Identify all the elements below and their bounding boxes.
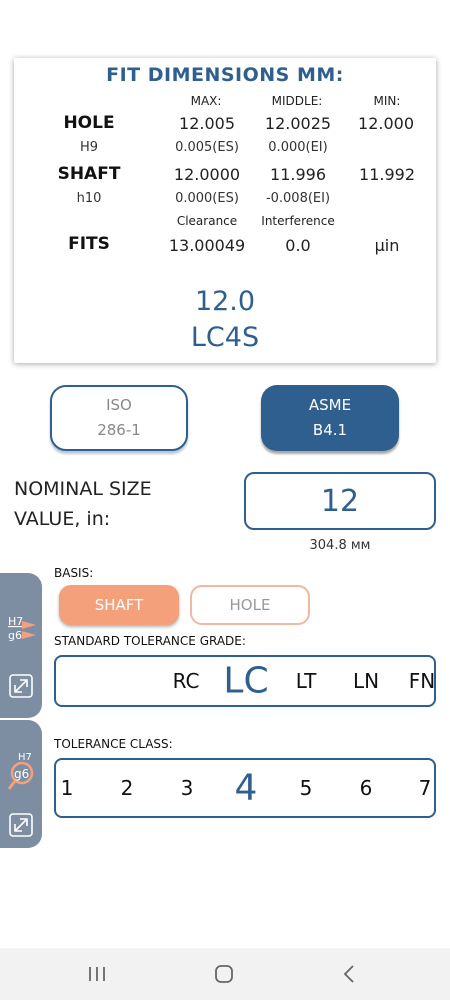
- grade-option-rc[interactable]: RC: [173, 669, 200, 693]
- expand-icon[interactable]: [8, 673, 34, 699]
- class-option-1[interactable]: 1: [61, 776, 74, 800]
- fits-unit: µin: [374, 236, 400, 255]
- tolerance-class-label: TOLERANCE CLASS:: [54, 737, 173, 751]
- class-option-3[interactable]: 3: [181, 776, 194, 800]
- nominal-size-label: NOMINAL SIZE VALUE, in:: [14, 474, 152, 534]
- nominal-converted-mm: 304.8 мм: [309, 538, 371, 553]
- nominal-size-input[interactable]: 12: [244, 472, 436, 530]
- grade-option-lt[interactable]: LT: [296, 669, 317, 693]
- hole-max: 12.005: [179, 114, 235, 133]
- basis-hole-button[interactable]: HOLE: [190, 585, 310, 625]
- class-option-4[interactable]: 4: [235, 768, 258, 809]
- shaft-min: 11.992: [359, 165, 415, 184]
- fit-dimensions-card: FIT DIMENSIONS MM: MAX: MIDDLE: MIN: HOL…: [14, 58, 436, 363]
- col-header-max: MAX:: [190, 94, 222, 108]
- grade-option-ln[interactable]: LN: [353, 669, 379, 693]
- iso-standard-button[interactable]: ISO 286-1: [50, 385, 188, 451]
- shaft-dev-upper: 0.000(ES): [175, 191, 239, 206]
- asme-standard-button[interactable]: ASME B4.1: [261, 385, 399, 451]
- hole-label: HOLE: [63, 113, 115, 133]
- hole-dev-upper: 0.005(ES): [175, 140, 239, 155]
- fits-interference: 0.0: [285, 236, 311, 255]
- tolerance-grade-selector[interactable]: RC LC LT LN FN: [54, 655, 436, 707]
- clearance-header: Clearance: [176, 214, 238, 228]
- expand-icon-2[interactable]: [8, 812, 34, 838]
- iso-line1: ISO: [106, 396, 132, 414]
- asme-line1: ASME: [308, 396, 352, 414]
- class-option-5[interactable]: 5: [300, 776, 313, 800]
- fits-label: FITS: [68, 234, 110, 254]
- grade-option-lc[interactable]: LC: [223, 661, 268, 702]
- tab2-fit-bottom: g6: [14, 767, 29, 781]
- asme-line2: B4.1: [312, 421, 348, 439]
- iso-line2: 286-1: [97, 421, 141, 439]
- basis-label: BASIS:: [54, 566, 94, 580]
- shaft-label: SHAFT: [57, 164, 121, 184]
- result-size: 12.0: [194, 286, 256, 317]
- class-option-6[interactable]: 6: [360, 776, 373, 800]
- tab2-fit-top: H7: [18, 752, 32, 763]
- class-option-7[interactable]: 7: [419, 776, 432, 800]
- system-nav-bar: [0, 948, 450, 1000]
- col-header-middle: MIDDLE:: [271, 94, 323, 108]
- basis-shaft-button[interactable]: SHAFT: [59, 585, 179, 625]
- hole-dev-lower: 0.000(EI): [268, 140, 328, 155]
- col-header-min: MIN:: [373, 94, 401, 108]
- shaft-grade: h10: [76, 191, 102, 206]
- interference-header: Interference: [261, 214, 335, 228]
- grade-option-fn[interactable]: FN: [409, 669, 435, 693]
- tolerance-grade-label: STANDARD TOLERANCE GRADE:: [54, 634, 246, 648]
- recents-icon[interactable]: [87, 965, 107, 983]
- shaft-middle: 11.996: [270, 165, 326, 184]
- hole-middle: 12.0025: [264, 114, 332, 133]
- shaft-dev-lower: -0.008(EI): [265, 191, 331, 206]
- shaft-max: 12.0000: [173, 165, 241, 184]
- hole-min: 12.000: [358, 114, 414, 133]
- tolerance-class-selector[interactable]: 1 2 3 4 5 6 7: [54, 758, 436, 818]
- fits-clearance: 13.00049: [168, 236, 246, 255]
- tab1-fit-top: H7: [8, 615, 23, 628]
- home-icon[interactable]: [214, 964, 234, 984]
- nominal-label-line2: VALUE, in:: [14, 508, 111, 530]
- hole-grade: H9: [79, 140, 99, 155]
- result-fit: LC4S: [190, 322, 260, 353]
- card-title: FIT DIMENSIONS MM:: [106, 64, 344, 86]
- tab1-fit-bottom: g6: [8, 629, 22, 642]
- back-icon[interactable]: [342, 964, 356, 984]
- nominal-label-line1: NOMINAL SIZE: [14, 478, 152, 500]
- class-option-2[interactable]: 2: [121, 776, 134, 800]
